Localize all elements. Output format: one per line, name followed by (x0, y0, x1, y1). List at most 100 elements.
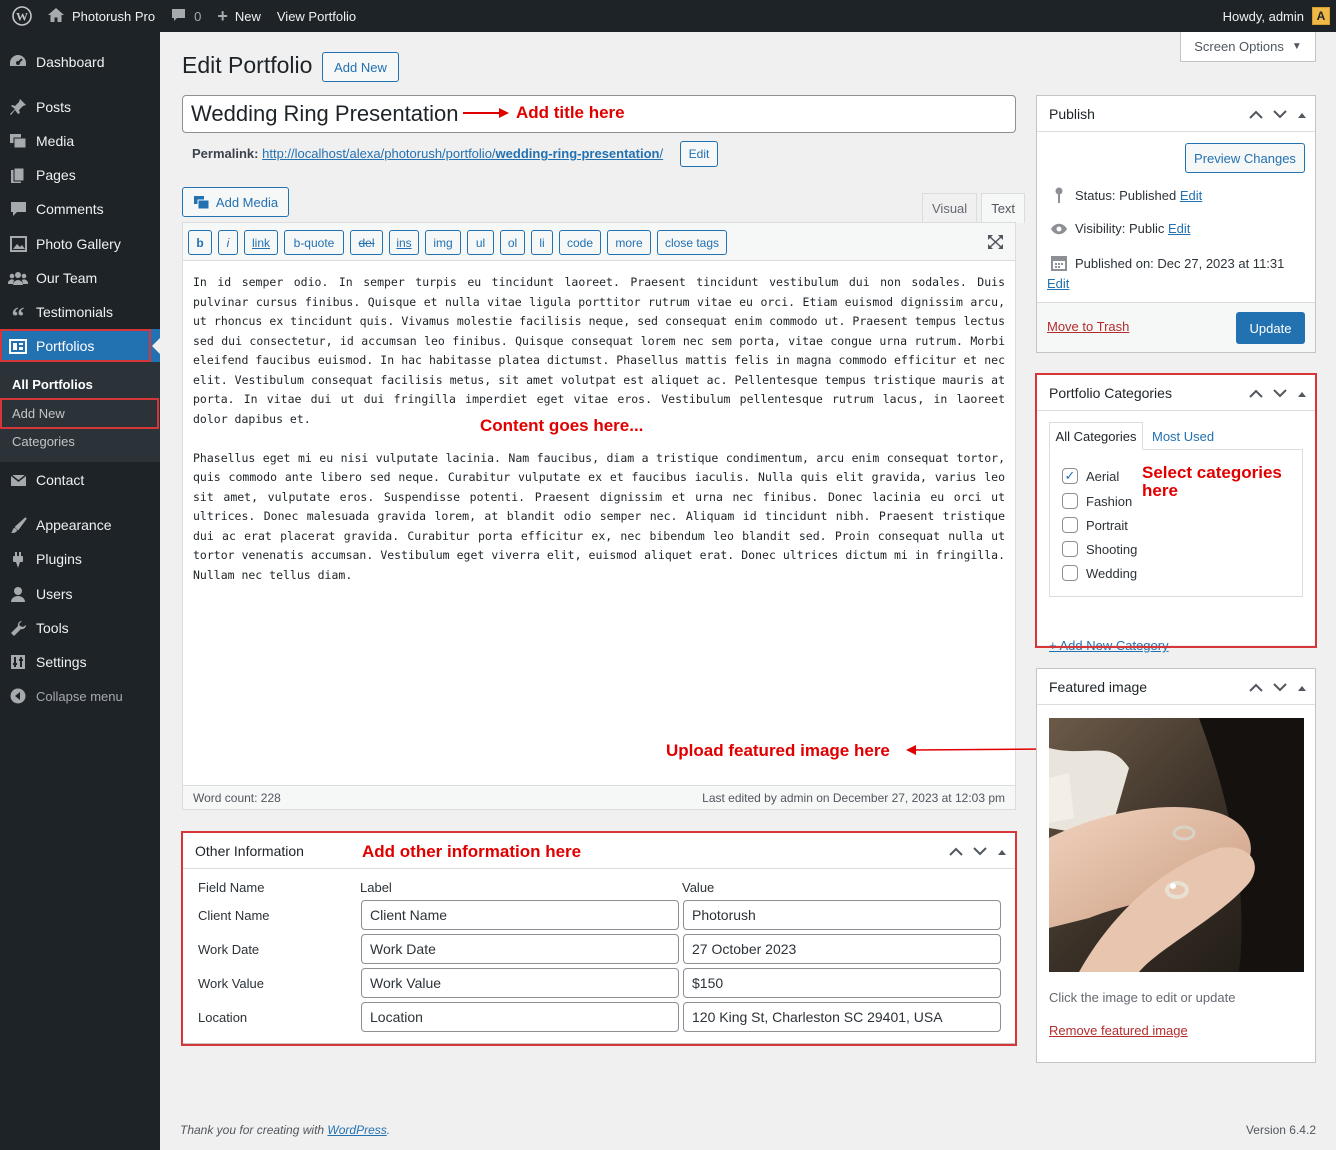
sidebar-item-users[interactable]: Users (0, 577, 160, 611)
caret-up-icon[interactable] (1297, 679, 1307, 695)
sidebar-item-posts[interactable]: Posts (0, 90, 160, 124)
mail-icon (0, 473, 36, 487)
annotation-categories-line1: Select categories (1142, 463, 1282, 482)
svg-text:W: W (16, 10, 28, 24)
sidebar-item-pages[interactable]: Pages (0, 158, 160, 192)
publish-title: Publish (1049, 105, 1095, 122)
sidebar-item-label: Posts (36, 99, 72, 115)
qt-code-button[interactable]: code (559, 230, 601, 255)
fullscreen-icon[interactable] (987, 234, 1004, 253)
publish-box: Publish Preview Changes Status: Publishe… (1036, 95, 1316, 353)
sidebar-item-photo-gallery[interactable]: Photo Gallery (0, 227, 160, 261)
pin-icon (0, 98, 36, 116)
tab-visual[interactable]: Visual (922, 193, 978, 223)
add-media-button[interactable]: Add Media (182, 187, 289, 217)
sidebar-item-dashboard[interactable]: Dashboard (0, 45, 160, 79)
featured-image-title: Featured image (1049, 678, 1148, 695)
published-label: Published on: (1075, 255, 1154, 271)
settings-icon (0, 654, 36, 670)
remove-featured-image-link[interactable]: Remove featured image (1049, 1023, 1188, 1038)
view-portfolio-link[interactable]: View Portfolio (269, 0, 364, 32)
wordpress-link[interactable]: WordPress (327, 1123, 386, 1137)
collapse-menu-button[interactable]: Collapse menu (0, 679, 160, 713)
highlight-other-information (181, 831, 1017, 1046)
post-title-value: Wedding Ring Presentation (191, 101, 459, 126)
site-name-link[interactable]: Photorush Pro (40, 0, 163, 32)
annotation-content: Content goes here... (480, 416, 644, 435)
quote-icon: “ (11, 302, 25, 331)
qt-link-button[interactable]: link (244, 230, 278, 255)
media-icon (193, 195, 210, 210)
qt-img-button[interactable]: img (425, 230, 461, 255)
comment-icon (171, 8, 186, 25)
sidebar-item-settings[interactable]: Settings (0, 645, 160, 679)
wedding-rings-photo (1049, 718, 1304, 972)
chevron-up-icon[interactable] (1249, 679, 1263, 695)
published-edit-link[interactable]: Edit (1047, 276, 1069, 291)
word-count: Word count: 228 (193, 790, 281, 805)
howdy-account[interactable]: Howdy, admin (1223, 9, 1304, 24)
chevron-down-icon[interactable] (1273, 679, 1287, 695)
permalink-link[interactable]: http://localhost/alexa/photorush/portfol… (262, 146, 663, 161)
sidebar-item-label: Our Team (36, 270, 98, 286)
update-button[interactable]: Update (1236, 312, 1305, 344)
screen-options-button[interactable]: Screen Options ▼ (1180, 32, 1316, 62)
user-icon (0, 586, 36, 602)
sidebar-item-our-team[interactable]: Our Team (0, 261, 160, 295)
sidebar-item-plugins[interactable]: Plugins (0, 542, 160, 576)
featured-image-thumbnail[interactable] (1049, 718, 1304, 972)
sidebar-item-tools[interactable]: Tools (0, 611, 160, 645)
qt-ol-button[interactable]: ol (500, 230, 525, 255)
new-content-link[interactable]: + New (209, 0, 269, 32)
caret-up-icon[interactable] (1297, 106, 1307, 122)
editor-tabs: Visual Text (918, 193, 1026, 223)
qt-bold-button[interactable]: b (188, 230, 212, 255)
qt-ins-button[interactable]: ins (389, 230, 419, 255)
footer-version: Version 6.4.2 (1245, 1123, 1316, 1137)
sidebar-item-comments[interactable]: Comments (0, 192, 160, 226)
move-to-trash-link[interactable]: Move to Trash (1047, 319, 1129, 334)
status-row: Status: Published Edit (1049, 187, 1202, 203)
postbox-header: Featured image (1037, 669, 1315, 705)
footer-thanks: Thank you for creating with WordPress. (180, 1123, 390, 1137)
highlight-categories (1035, 373, 1317, 648)
comments-link[interactable]: 0 (163, 0, 209, 32)
sidebar-item-appearance[interactable]: Appearance (0, 508, 160, 542)
sidebar-item-label: Users (36, 586, 73, 602)
qt-close-tags-button[interactable]: close tags (657, 230, 727, 255)
wordpress-logo-icon[interactable]: W (4, 0, 40, 32)
quicktags-toolbar: b i link b-quote del ins img ul ol li co… (183, 223, 1015, 261)
preview-changes-button[interactable]: Preview Changes (1185, 143, 1305, 173)
team-icon (0, 270, 36, 286)
arrow-right-icon (463, 108, 509, 118)
sidebar-item-media[interactable]: Media (0, 124, 160, 158)
qt-del-button[interactable]: del (350, 230, 383, 255)
add-new-button[interactable]: Add New (322, 52, 399, 82)
sidebar-item-contact[interactable]: Contact (0, 463, 160, 497)
qt-ul-button[interactable]: ul (467, 230, 494, 255)
submenu-all-portfolios[interactable]: All Portfolios (12, 377, 93, 392)
visibility-edit-link[interactable]: Edit (1168, 221, 1190, 236)
footer-thanks-suffix: . (386, 1123, 391, 1137)
tab-all-categories[interactable]: All Categories (1049, 422, 1143, 450)
sidebar-item-label: Dashboard (36, 54, 105, 70)
sidebar-item-label: Tools (36, 620, 69, 636)
annotation-featured: Upload featured image here (666, 741, 890, 760)
editor-textarea[interactable]: In id semper odio. In semper turpis eu t… (193, 273, 1005, 605)
permalink-edit-button[interactable]: Edit (680, 141, 718, 167)
permalink-label: Permalink: (192, 146, 259, 161)
sidebar-item-label: Appearance (36, 517, 112, 533)
chevron-up-icon[interactable] (1249, 106, 1263, 122)
qt-li-button[interactable]: li (531, 230, 553, 255)
last-edited: Last edited by admin on December 27, 202… (702, 790, 1005, 805)
avatar[interactable]: A (1312, 7, 1330, 25)
qt-blockquote-button[interactable]: b-quote (284, 230, 344, 255)
submenu-categories[interactable]: Categories (12, 434, 75, 449)
sidebar-item-testimonials[interactable]: “ Testimonials (0, 295, 160, 331)
chevron-down-icon[interactable] (1273, 106, 1287, 122)
tab-text[interactable]: Text (981, 193, 1026, 223)
status-edit-link[interactable]: Edit (1180, 188, 1202, 203)
qt-more-button[interactable]: more (607, 230, 651, 255)
qt-italic-button[interactable]: i (218, 230, 238, 255)
content-paragraph: Phasellus eget mi eu nisi vulputate laci… (193, 450, 1005, 582)
